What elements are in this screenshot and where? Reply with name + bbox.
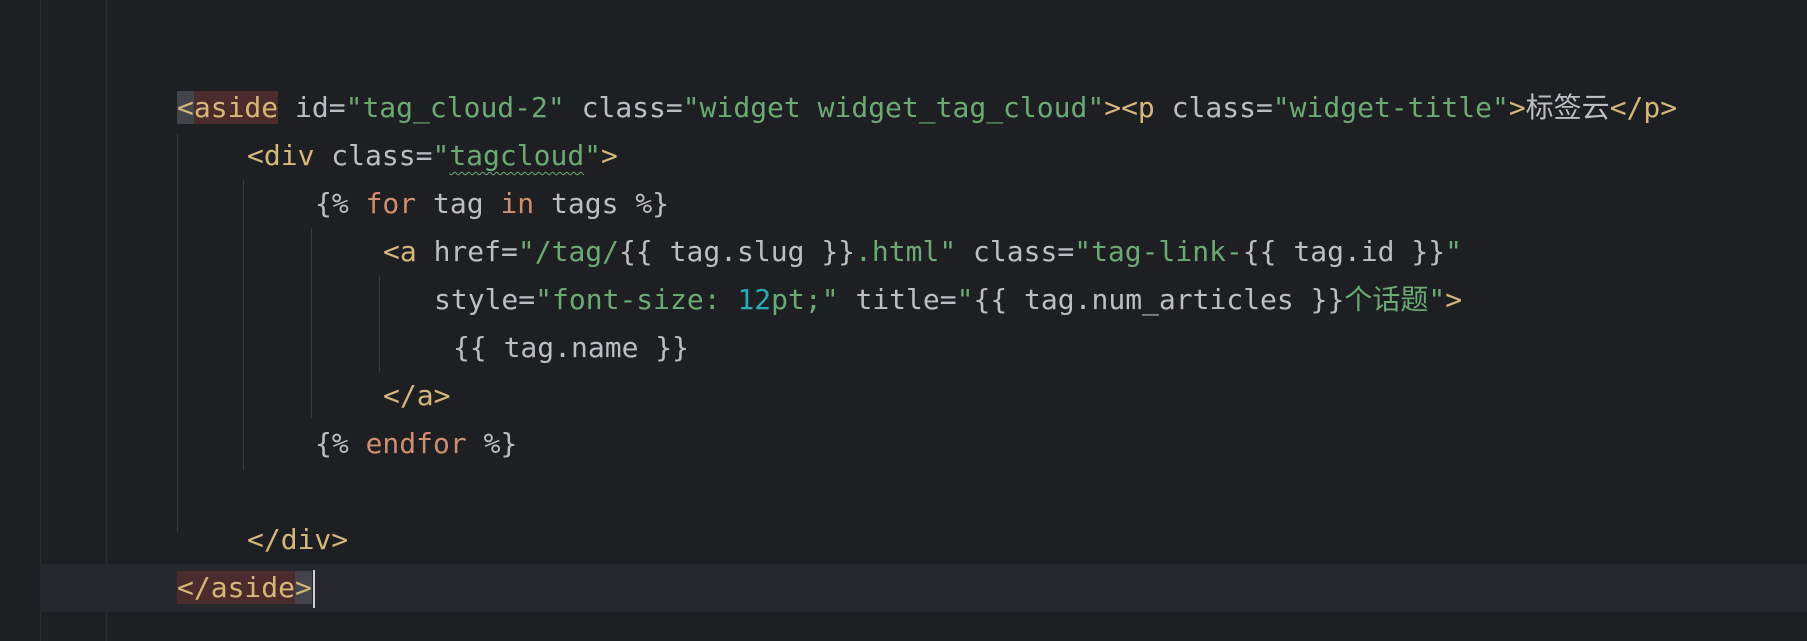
token: " [1445, 235, 1462, 268]
token: aside [210, 571, 296, 604]
code-line-11[interactable]: </aside> [177, 564, 315, 612]
token: %} [466, 427, 518, 460]
token: </a> [383, 379, 451, 412]
gutter-separator [40, 0, 41, 641]
token: = [1057, 235, 1075, 268]
token: = [518, 283, 536, 316]
token: = [328, 91, 346, 124]
spellcheck-warning[interactable]: tagcloud [449, 139, 584, 172]
token: " [956, 283, 974, 316]
code-line-8[interactable]: {% endfor %} [315, 420, 517, 468]
code-line-10[interactable]: </div> [247, 516, 348, 564]
token: {{ tag.slug }} [619, 235, 856, 268]
token: </div> [247, 523, 349, 556]
token: aside [193, 91, 279, 124]
token: "font-size: [535, 283, 738, 316]
token: {{ tag.id }} [1242, 235, 1446, 268]
indent-guide [177, 134, 178, 532]
token: > [1104, 91, 1122, 124]
token: {{ tag.num_articles }} [973, 283, 1345, 316]
token: " [584, 139, 602, 172]
token: </p> [1609, 91, 1678, 124]
token: pt [771, 283, 805, 316]
fold-separator [106, 0, 107, 641]
text-caret [312, 570, 315, 608]
token: = [939, 283, 957, 316]
token: > [1508, 91, 1526, 124]
token: class [1154, 91, 1256, 124]
code-line-3[interactable]: {% for tag in tags %} [315, 180, 669, 228]
code-line-4[interactable]: <a href="/tag/{{ tag.slug }}.html" class… [383, 228, 1462, 276]
token: "tag-link- [1074, 235, 1243, 268]
indent-guide [379, 276, 380, 372]
code-line-5[interactable]: style="font-size: 12pt;" title="{{ tag.n… [434, 276, 1462, 324]
token: {{ tag.name }} [453, 331, 690, 364]
token: tags [534, 187, 619, 220]
token: {% [315, 187, 349, 220]
token: for [348, 187, 417, 220]
token: <p [1121, 91, 1155, 124]
token: tag [416, 187, 484, 220]
token: "widget widget_tag_cloud" [682, 91, 1105, 124]
token: ;" [804, 283, 839, 316]
code-line-7[interactable]: </a> [383, 372, 450, 420]
token: > [601, 139, 618, 172]
token: %} [618, 187, 670, 220]
token: " [432, 139, 450, 172]
token: class [956, 235, 1058, 268]
token: "tag_cloud-2" [345, 91, 565, 124]
token: endfor [348, 427, 467, 460]
token: .html" [855, 235, 957, 268]
token: = [501, 235, 518, 268]
token: 标签云 [1525, 91, 1610, 124]
code-line-6[interactable]: {{ tag.name }} [453, 324, 689, 372]
token: = [665, 91, 683, 124]
token: href [416, 235, 502, 268]
token: < [177, 91, 194, 124]
token: {% [315, 427, 349, 460]
token: <a [383, 235, 417, 268]
token: = [415, 139, 433, 172]
token: title [838, 283, 940, 316]
token: 12 [737, 283, 772, 316]
token: = [1255, 91, 1273, 124]
token: style [434, 283, 519, 316]
token: in [483, 187, 535, 220]
token: class [314, 139, 416, 172]
code-line-2[interactable]: <div class="tagcloud"> [247, 132, 618, 180]
indent-guide [243, 180, 244, 470]
code-editor[interactable]: <aside id="tag_cloud-2" class="widget wi… [0, 0, 1807, 641]
token: > [295, 571, 312, 604]
token: <div [247, 139, 315, 172]
indent-guide [311, 228, 312, 418]
token: 个话题" [1344, 283, 1446, 316]
token: class [564, 91, 666, 124]
token: "/tag/ [517, 235, 620, 268]
code-line-1[interactable]: <aside id="tag_cloud-2" class="widget wi… [177, 84, 1677, 132]
token: > [1445, 283, 1463, 316]
token: "widget-title" [1272, 91, 1509, 124]
token: </ [177, 571, 211, 604]
token: id [278, 91, 329, 124]
